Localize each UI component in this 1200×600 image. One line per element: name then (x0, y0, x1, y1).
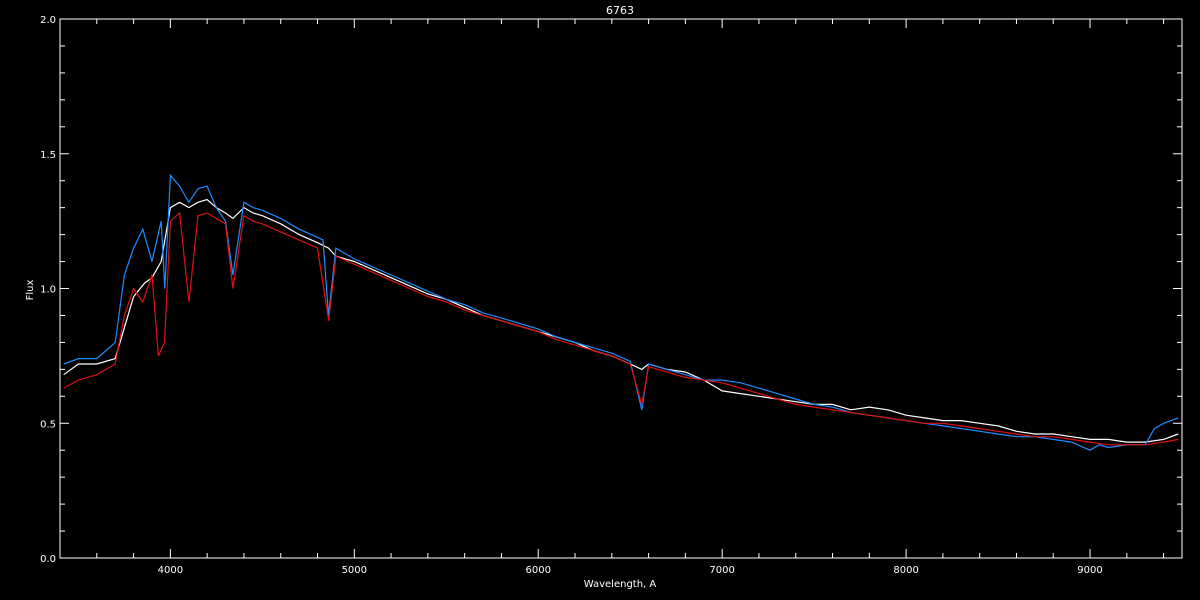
y-tick-label: 2.0 (40, 15, 56, 26)
y-tick-label: 0.0 (40, 554, 56, 565)
spectrum-chart: 6763 4000 5000 6000 7000 8000 9000 0.0 0.5 1.0 1… (0, 0, 1200, 600)
x-tick-label: 8000 (893, 565, 918, 576)
x-axis-title: Wavelength, A (584, 579, 657, 590)
y-axis-title: Flux (25, 280, 36, 301)
y-tick-label: 0.5 (40, 419, 56, 430)
chart-title: 6763 (606, 4, 634, 17)
chart-background (0, 0, 1200, 600)
x-tick-label: 5000 (342, 565, 367, 576)
x-tick-label: 9000 (1077, 565, 1102, 576)
x-tick-label: 6000 (526, 565, 551, 576)
x-tick-label: 4000 (158, 565, 183, 576)
y-tick-label: 1.0 (40, 285, 56, 296)
y-tick-label: 1.5 (40, 150, 56, 161)
x-tick-label: 7000 (709, 565, 734, 576)
